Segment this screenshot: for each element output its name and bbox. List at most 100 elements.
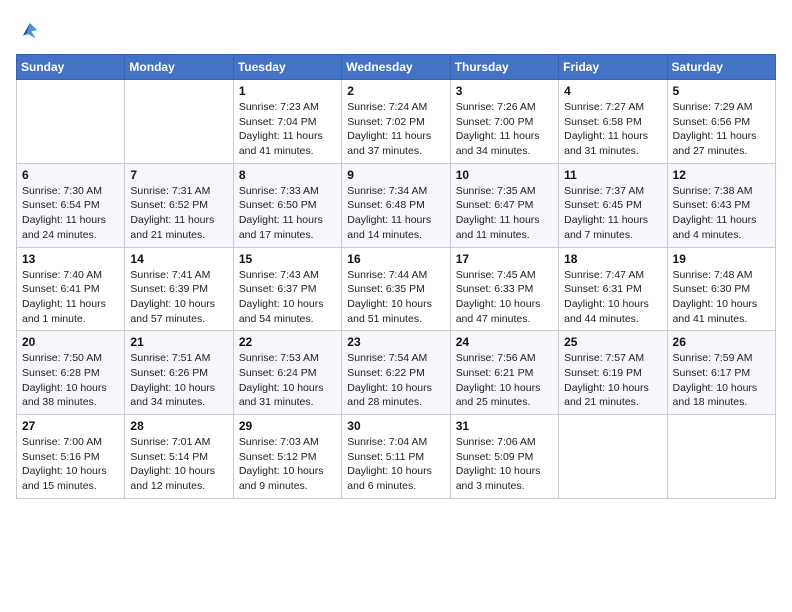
day-info: Sunrise: 7:50 AM Sunset: 6:28 PM Dayligh… <box>22 351 119 410</box>
day-info: Sunrise: 7:03 AM Sunset: 5:12 PM Dayligh… <box>239 435 336 494</box>
calendar-week-4: 20 Sunrise: 7:50 AM Sunset: 6:28 PM Dayli… <box>17 331 776 415</box>
calendar-cell: 22Sunrise: 7:53 AM Sunset: 6:24 PM Dayli… <box>233 331 341 415</box>
calendar-cell: 10 Sunrise: 7:35 AM Sunset: 6:47 PM Dayli… <box>450 163 558 247</box>
day-number: 5 <box>673 84 770 98</box>
calendar-cell: 23 Sunrise: 7:54 AM Sunset: 6:22 PM Dayli… <box>342 331 450 415</box>
calendar-cell: 3 Sunrise: 7:26 AM Sunset: 7:00 PM Daylig… <box>450 80 558 164</box>
day-number: 14 <box>130 252 227 266</box>
day-number: 20 <box>22 335 119 349</box>
weekday-header-thursday: Thursday <box>450 55 558 80</box>
day-info: Sunrise: 7:26 AM Sunset: 7:00 PM Dayligh… <box>456 100 553 159</box>
calendar-cell: 11 Sunrise: 7:37 AM Sunset: 6:45 PM Dayli… <box>559 163 667 247</box>
day-number: 18 <box>564 252 661 266</box>
calendar-cell: 6Sunrise: 7:30 AM Sunset: 6:54 PM Daylig… <box>17 163 125 247</box>
weekday-header-monday: Monday <box>125 55 233 80</box>
weekday-header-sunday: Sunday <box>17 55 125 80</box>
day-info: Sunrise: 7:29 AM Sunset: 6:56 PM Dayligh… <box>673 100 770 159</box>
day-number: 4 <box>564 84 661 98</box>
day-info: Sunrise: 7:54 AM Sunset: 6:22 PM Dayligh… <box>347 351 444 410</box>
day-info: Sunrise: 7:40 AM Sunset: 6:41 PM Dayligh… <box>22 268 119 327</box>
day-info: Sunrise: 7:01 AM Sunset: 5:14 PM Dayligh… <box>130 435 227 494</box>
day-info: Sunrise: 7:51 AM Sunset: 6:26 PM Dayligh… <box>130 351 227 410</box>
calendar-cell: 26 Sunrise: 7:59 AM Sunset: 6:17 PM Dayli… <box>667 331 775 415</box>
day-number: 10 <box>456 168 553 182</box>
day-info: Sunrise: 7:23 AM Sunset: 7:04 PM Dayligh… <box>239 100 336 159</box>
day-number: 28 <box>130 419 227 433</box>
day-info: Sunrise: 7:48 AM Sunset: 6:30 PM Dayligh… <box>673 268 770 327</box>
calendar-cell: 19 Sunrise: 7:48 AM Sunset: 6:30 PM Dayli… <box>667 247 775 331</box>
day-info: Sunrise: 7:35 AM Sunset: 6:47 PM Dayligh… <box>456 184 553 243</box>
day-number: 27 <box>22 419 119 433</box>
day-info: Sunrise: 7:45 AM Sunset: 6:33 PM Dayligh… <box>456 268 553 327</box>
calendar-cell: 8Sunrise: 7:33 AM Sunset: 6:50 PM Daylig… <box>233 163 341 247</box>
calendar-cell: 25 Sunrise: 7:57 AM Sunset: 6:19 PM Dayli… <box>559 331 667 415</box>
calendar-cell: 2 Sunrise: 7:24 AM Sunset: 7:02 PM Daylig… <box>342 80 450 164</box>
weekday-header-wednesday: Wednesday <box>342 55 450 80</box>
day-number: 2 <box>347 84 444 98</box>
day-info: Sunrise: 7:56 AM Sunset: 6:21 PM Dayligh… <box>456 351 553 410</box>
calendar-week-5: 27Sunrise: 7:00 AM Sunset: 5:16 PM Dayli… <box>17 415 776 499</box>
logo-icon <box>16 16 44 44</box>
calendar-cell <box>667 415 775 499</box>
weekday-header-friday: Friday <box>559 55 667 80</box>
day-info: Sunrise: 7:43 AM Sunset: 6:37 PM Dayligh… <box>239 268 336 327</box>
day-number: 11 <box>564 168 661 182</box>
day-info: Sunrise: 7:34 AM Sunset: 6:48 PM Dayligh… <box>347 184 444 243</box>
calendar-cell: 14 Sunrise: 7:41 AM Sunset: 6:39 PM Dayli… <box>125 247 233 331</box>
calendar-table: SundayMondayTuesdayWednesdayThursdayFrid… <box>16 54 776 499</box>
calendar-cell: 28 Sunrise: 7:01 AM Sunset: 5:14 PM Dayli… <box>125 415 233 499</box>
page-header <box>16 16 776 44</box>
day-number: 30 <box>347 419 444 433</box>
calendar-cell: 27Sunrise: 7:00 AM Sunset: 5:16 PM Dayli… <box>17 415 125 499</box>
calendar-cell: 7 Sunrise: 7:31 AM Sunset: 6:52 PM Daylig… <box>125 163 233 247</box>
calendar-cell: 17 Sunrise: 7:45 AM Sunset: 6:33 PM Dayli… <box>450 247 558 331</box>
calendar-cell: 16 Sunrise: 7:44 AM Sunset: 6:35 PM Dayli… <box>342 247 450 331</box>
day-number: 15 <box>239 252 336 266</box>
calendar-cell: 31 Sunrise: 7:06 AM Sunset: 5:09 PM Dayli… <box>450 415 558 499</box>
day-info: Sunrise: 7:31 AM Sunset: 6:52 PM Dayligh… <box>130 184 227 243</box>
calendar-cell <box>125 80 233 164</box>
day-info: Sunrise: 7:04 AM Sunset: 5:11 PM Dayligh… <box>347 435 444 494</box>
day-number: 25 <box>564 335 661 349</box>
calendar-week-2: 6Sunrise: 7:30 AM Sunset: 6:54 PM Daylig… <box>17 163 776 247</box>
calendar-week-3: 13 Sunrise: 7:40 AM Sunset: 6:41 PM Dayli… <box>17 247 776 331</box>
day-number: 26 <box>673 335 770 349</box>
day-number: 9 <box>347 168 444 182</box>
calendar-cell: 12Sunrise: 7:38 AM Sunset: 6:43 PM Dayli… <box>667 163 775 247</box>
day-number: 22 <box>239 335 336 349</box>
day-info: Sunrise: 7:24 AM Sunset: 7:02 PM Dayligh… <box>347 100 444 159</box>
day-number: 24 <box>456 335 553 349</box>
calendar-cell: 5 Sunrise: 7:29 AM Sunset: 6:56 PM Daylig… <box>667 80 775 164</box>
calendar-cell: 29 Sunrise: 7:03 AM Sunset: 5:12 PM Dayli… <box>233 415 341 499</box>
calendar-cell: 9 Sunrise: 7:34 AM Sunset: 6:48 PM Daylig… <box>342 163 450 247</box>
calendar-cell: 4Sunrise: 7:27 AM Sunset: 6:58 PM Daylig… <box>559 80 667 164</box>
day-number: 23 <box>347 335 444 349</box>
day-number: 12 <box>673 168 770 182</box>
day-number: 19 <box>673 252 770 266</box>
day-number: 6 <box>22 168 119 182</box>
day-info: Sunrise: 7:47 AM Sunset: 6:31 PM Dayligh… <box>564 268 661 327</box>
day-info: Sunrise: 7:44 AM Sunset: 6:35 PM Dayligh… <box>347 268 444 327</box>
calendar-cell: 13 Sunrise: 7:40 AM Sunset: 6:41 PM Dayli… <box>17 247 125 331</box>
day-number: 3 <box>456 84 553 98</box>
day-info: Sunrise: 7:33 AM Sunset: 6:50 PM Dayligh… <box>239 184 336 243</box>
calendar-cell: 20 Sunrise: 7:50 AM Sunset: 6:28 PM Dayli… <box>17 331 125 415</box>
day-info: Sunrise: 7:06 AM Sunset: 5:09 PM Dayligh… <box>456 435 553 494</box>
calendar-cell: 30 Sunrise: 7:04 AM Sunset: 5:11 PM Dayli… <box>342 415 450 499</box>
logo <box>16 16 48 44</box>
day-number: 13 <box>22 252 119 266</box>
day-info: Sunrise: 7:41 AM Sunset: 6:39 PM Dayligh… <box>130 268 227 327</box>
day-number: 17 <box>456 252 553 266</box>
day-info: Sunrise: 7:57 AM Sunset: 6:19 PM Dayligh… <box>564 351 661 410</box>
day-number: 31 <box>456 419 553 433</box>
weekday-header-saturday: Saturday <box>667 55 775 80</box>
day-info: Sunrise: 7:37 AM Sunset: 6:45 PM Dayligh… <box>564 184 661 243</box>
day-number: 29 <box>239 419 336 433</box>
day-number: 21 <box>130 335 227 349</box>
day-number: 7 <box>130 168 227 182</box>
day-number: 16 <box>347 252 444 266</box>
day-info: Sunrise: 7:59 AM Sunset: 6:17 PM Dayligh… <box>673 351 770 410</box>
calendar-week-1: 1Sunrise: 7:23 AM Sunset: 7:04 PM Daylig… <box>17 80 776 164</box>
calendar-cell <box>559 415 667 499</box>
calendar-cell: 24 Sunrise: 7:56 AM Sunset: 6:21 PM Dayli… <box>450 331 558 415</box>
